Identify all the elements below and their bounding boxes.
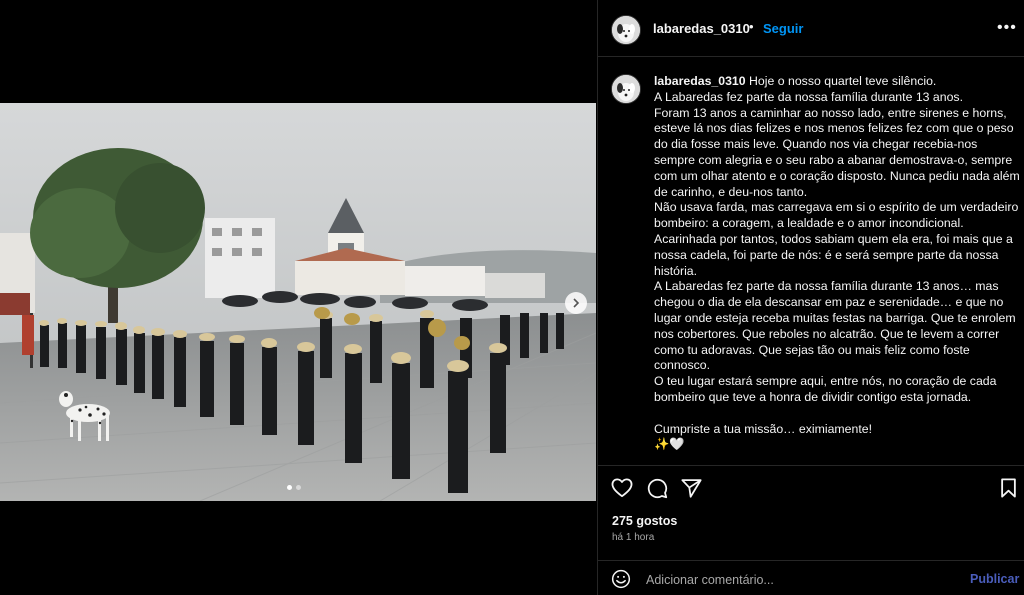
chevron-right-icon bbox=[573, 298, 580, 308]
caption-line: ✨🤍 bbox=[654, 437, 685, 452]
post-side-panel: labaredas_0310 • Seguir ••• labaredas_03… bbox=[597, 0, 1024, 595]
avatar[interactable] bbox=[611, 15, 641, 45]
save-button[interactable] bbox=[1000, 478, 1017, 503]
likes-count[interactable]: 275 gostos bbox=[612, 514, 677, 528]
carousel-next-button[interactable] bbox=[565, 292, 587, 314]
follow-button[interactable]: Seguir bbox=[763, 21, 803, 36]
header-separator: • bbox=[749, 19, 754, 34]
caption-line: O teu lugar estará sempre aqui, entre nó… bbox=[654, 374, 997, 404]
publish-button[interactable]: Publicar bbox=[970, 572, 1019, 586]
post-timestamp[interactable]: há 1 hora bbox=[612, 532, 654, 543]
dalmatian-avatar-icon bbox=[612, 16, 640, 44]
caption-line: Acarinhada por tantos, todos sabiam quem… bbox=[654, 231, 1013, 278]
dalmatian-avatar-icon bbox=[612, 75, 640, 103]
caption-line: Cumpriste a tua missão… eximiamente! bbox=[654, 421, 873, 436]
more-options-button[interactable]: ••• bbox=[997, 19, 1017, 37]
send-icon bbox=[681, 479, 702, 498]
caption-blank-line bbox=[654, 406, 1020, 422]
caption-line: A Labaredas fez parte da nossa família d… bbox=[654, 89, 963, 104]
caption-avatar[interactable] bbox=[611, 74, 641, 104]
comment-bar: Publicar bbox=[598, 560, 1024, 595]
carousel-dot bbox=[296, 485, 301, 490]
emoji-icon bbox=[611, 569, 631, 589]
carousel-dot-active bbox=[287, 485, 292, 490]
comment-button[interactable] bbox=[647, 478, 668, 504]
post-actions bbox=[598, 466, 1024, 510]
bookmark-icon bbox=[1001, 478, 1016, 498]
photo-firefighters-band-with-dalmatian bbox=[0, 103, 596, 501]
comment-input[interactable] bbox=[644, 570, 948, 590]
caption-username[interactable]: labaredas_0310 bbox=[654, 74, 746, 88]
caption-line: A Labaredas fez parte da nossa família d… bbox=[654, 279, 1016, 373]
post-caption: labaredas_0310 Hoje o nosso quartel teve… bbox=[654, 74, 1020, 453]
caption-area: labaredas_0310 Hoje o nosso quartel teve… bbox=[598, 57, 1024, 466]
header-username[interactable]: labaredas_0310 bbox=[653, 21, 750, 36]
caption-text: Hoje o nosso quartel teve silêncio. bbox=[749, 74, 937, 88]
like-button[interactable] bbox=[611, 478, 633, 503]
post-photo[interactable] bbox=[0, 103, 596, 501]
emoji-button[interactable] bbox=[611, 569, 631, 594]
caption-line: Foram 13 anos a caminhar ao nosso lado, … bbox=[654, 105, 1020, 199]
carousel-indicator bbox=[287, 485, 301, 490]
caption-line: labaredas_0310 Hoje o nosso quartel teve… bbox=[654, 74, 1020, 90]
heart-icon bbox=[611, 478, 633, 498]
post-header: labaredas_0310 • Seguir ••• bbox=[598, 0, 1024, 57]
comment-icon bbox=[647, 478, 668, 499]
share-button[interactable] bbox=[681, 478, 702, 503]
post-media bbox=[0, 0, 597, 595]
caption-line: Não usava farda, mas carregava em si o e… bbox=[654, 200, 1019, 231]
